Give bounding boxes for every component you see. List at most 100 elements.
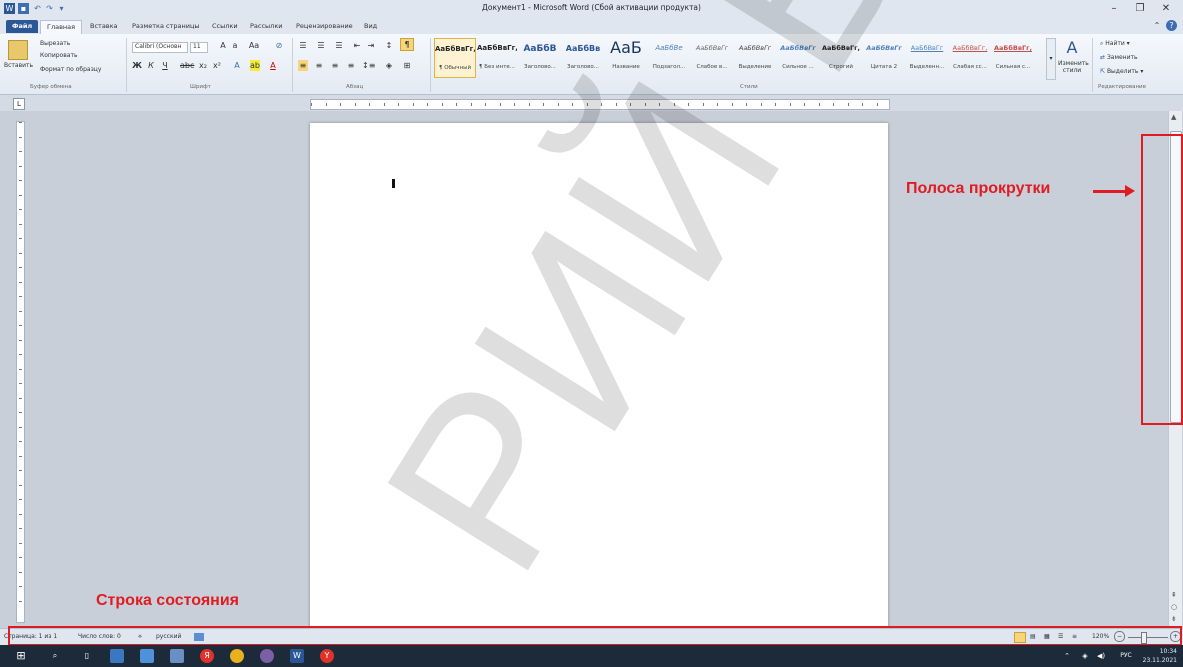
group-separator <box>1092 38 1093 92</box>
grow-font-icon[interactable]: A <box>218 40 228 51</box>
superscript-icon[interactable]: x² <box>212 60 222 71</box>
tab-page-layout[interactable]: Разметка страницы <box>126 20 206 33</box>
tab-view[interactable]: Вид <box>358 20 383 33</box>
change-styles-icon[interactable]: A <box>1064 40 1080 56</box>
ruler-tick <box>470 103 472 106</box>
show-marks-icon[interactable]: ¶ <box>400 38 414 51</box>
close-button[interactable]: ✕ <box>1154 1 1178 16</box>
prev-page-icon[interactable]: ⇞ <box>1171 591 1177 599</box>
yandex-browser-icon[interactable]: Y <box>320 649 334 663</box>
language-indicator[interactable]: РУС <box>1116 649 1136 663</box>
next-page-icon[interactable]: ⇟ <box>1171 615 1177 623</box>
copy-button[interactable]: Копировать <box>40 52 77 59</box>
change-styles-button[interactable]: Изменить стили <box>1058 60 1089 74</box>
paste-button[interactable]: Вставить <box>4 62 33 69</box>
ribbon: Вставить Вырезать Копировать Формат по о… <box>0 34 1183 95</box>
shrink-font-icon[interactable]: a <box>230 40 240 51</box>
paste-icon[interactable] <box>8 40 28 60</box>
highlight-icon[interactable]: ab <box>250 60 260 71</box>
decrease-indent-icon[interactable]: ⇤ <box>352 40 362 51</box>
tab-references[interactable]: Ссылки <box>206 20 244 33</box>
borders-icon[interactable]: ⊞ <box>402 60 412 71</box>
viber-icon[interactable] <box>260 649 274 663</box>
style-item[interactable]: АаБбВвГг, Слабая сс... <box>950 38 990 76</box>
style-item[interactable]: АаБбВвГг Выделенн... <box>907 38 947 76</box>
tab-review[interactable]: Рецензирование <box>290 20 359 33</box>
align-left-icon[interactable]: ≡ <box>298 60 308 71</box>
tab-file[interactable]: Файл <box>6 20 39 33</box>
style-item[interactable]: АаБбВвГг Сильное ... <box>778 38 818 76</box>
clear-formatting-icon[interactable]: ⊘ <box>274 40 284 51</box>
bold-icon[interactable]: Ж <box>132 60 142 71</box>
store-icon[interactable] <box>140 649 154 663</box>
style-item[interactable]: АаБбВвГг, ¶ Без инте... <box>477 38 517 76</box>
italic-icon[interactable]: К <box>146 60 156 71</box>
sort-icon[interactable]: ↕ <box>384 40 394 51</box>
vertical-ruler[interactable] <box>16 121 25 623</box>
bullets-icon[interactable]: ☰ <box>298 40 308 51</box>
style-item[interactable]: АаБбВвГг, Сильная с... <box>993 38 1033 76</box>
ruler-tick <box>499 103 501 106</box>
align-right-icon[interactable]: ≡ <box>330 60 340 71</box>
style-item[interactable]: АаБбВвГг, Строгий <box>821 38 861 76</box>
tray-icons[interactable]: ⌃ <box>1060 649 1074 663</box>
shading-icon[interactable]: ◈ <box>384 60 394 71</box>
browse-object-icon[interactable]: ○ <box>1171 603 1177 611</box>
annotation-arrow-icon <box>1125 185 1135 197</box>
style-item[interactable]: АаБбВвГг Выделение <box>735 38 775 76</box>
word-taskbar-icon[interactable]: W <box>290 649 304 663</box>
mail-icon[interactable] <box>170 649 184 663</box>
underline-icon[interactable]: Ч <box>160 60 170 71</box>
style-item[interactable]: АаБбВ Заголово... <box>520 38 560 76</box>
yandex-icon[interactable]: Я <box>200 649 214 663</box>
style-item[interactable]: АаБбВвГг Цитата 2 <box>864 38 904 76</box>
find-button[interactable]: ⌕ Найти ▾ <box>1100 40 1130 48</box>
numbering-icon[interactable]: ☰ <box>316 40 326 51</box>
multilevel-list-icon[interactable]: ☰ <box>334 40 344 51</box>
strikethrough-icon[interactable]: abc <box>180 60 194 71</box>
select-button[interactable]: ⇱ Выделить ▾ <box>1100 68 1143 75</box>
align-center-icon[interactable]: ≡ <box>314 60 324 71</box>
help-icon[interactable]: ? <box>1166 20 1177 31</box>
increase-indent-icon[interactable]: ⇥ <box>366 40 376 51</box>
minimize-button[interactable]: – <box>1102 1 1126 16</box>
ruler-tick <box>354 103 356 106</box>
scroll-up-icon[interactable]: ▲ <box>1171 113 1176 121</box>
windows-start-icon[interactable]: ⊞ <box>14 649 28 663</box>
ruler-toggle-button[interactable]: L <box>13 98 25 110</box>
ribbon-collapse-icon[interactable]: ⌃ <box>1152 20 1162 31</box>
volume-icon[interactable]: ◀) <box>1094 649 1108 663</box>
ruler-tick <box>601 103 602 106</box>
cut-button[interactable]: Вырезать <box>40 40 70 47</box>
style-item[interactable]: АаБбВвГг Слабое в... <box>692 38 732 76</box>
horizontal-ruler[interactable] <box>310 99 890 110</box>
tab-mailings[interactable]: Рассылки <box>244 20 289 33</box>
tab-home[interactable]: Главная <box>40 20 83 34</box>
font-color-icon[interactable]: A <box>268 60 278 71</box>
file-explorer-icon[interactable] <box>110 649 124 663</box>
search-icon[interactable]: ⌕ <box>48 649 62 663</box>
ruler-tick <box>688 103 689 106</box>
clock[interactable]: 10:34 23.11.2021 <box>1143 647 1177 665</box>
line-spacing-icon[interactable]: ↕≡ <box>362 60 375 71</box>
format-painter-button[interactable]: Формат по образцу <box>40 66 101 73</box>
restore-button[interactable]: ❐ <box>1128 1 1152 16</box>
network-icon[interactable]: ◈ <box>1078 649 1092 663</box>
tab-insert[interactable]: Вставка <box>84 20 124 33</box>
ruler-tick <box>19 470 22 471</box>
subscript-icon[interactable]: x₂ <box>198 60 208 71</box>
styles-more-icon[interactable]: ▾ <box>1046 38 1056 80</box>
style-item[interactable]: АаБбВе Подзагол... <box>649 38 689 76</box>
font-size-select[interactable]: 11 <box>190 42 208 53</box>
font-name-select[interactable]: Calibri (Основн <box>132 42 188 53</box>
justify-icon[interactable]: ≡ <box>346 60 356 71</box>
document-page[interactable] <box>310 123 888 633</box>
change-case-icon[interactable]: Aa <box>248 40 260 51</box>
task-view-icon[interactable]: ▯ <box>80 649 94 663</box>
replace-button[interactable]: ⇄ Заменить <box>1100 54 1138 61</box>
style-item[interactable]: АаБбВв Заголово... <box>563 38 603 76</box>
style-item[interactable]: АаБбВвГг, ¶ Обычный <box>434 38 476 78</box>
style-item[interactable]: АаБ Название <box>606 38 646 76</box>
text-effects-icon[interactable]: A <box>232 60 242 71</box>
chrome-icon[interactable] <box>230 649 244 663</box>
